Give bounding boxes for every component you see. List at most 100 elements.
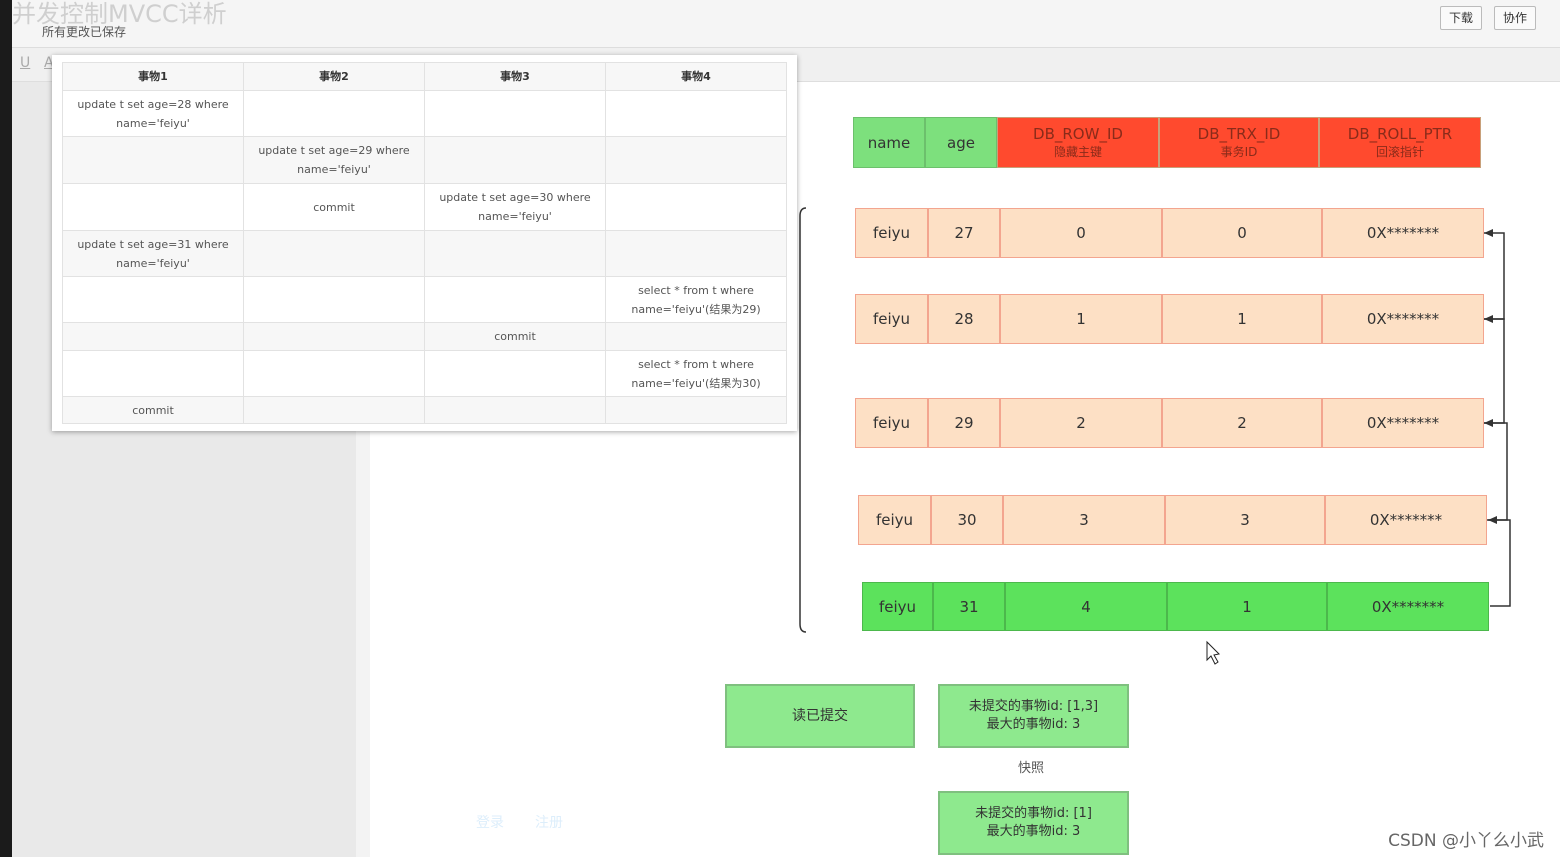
cell-text: 0X******* [1366, 310, 1440, 328]
table-row: update t set age=31 where name='feiyu' [62, 230, 787, 277]
table-cell [605, 183, 787, 231]
cell-text: 2 [1076, 414, 1086, 432]
cell-text: 4 [1081, 597, 1091, 616]
header-row-id-text: DB_ROW_ID [1033, 125, 1123, 143]
cell-text: 1 [1076, 310, 1086, 328]
version-row-3-age: 29 [928, 398, 1000, 448]
table-cell [424, 136, 606, 184]
cell-text: 0X******* [1369, 511, 1443, 529]
table-cell [243, 350, 425, 397]
underline-icon[interactable]: U [20, 55, 30, 71]
version-row-4-age: 30 [931, 495, 1003, 545]
table-cell [605, 230, 787, 277]
table-cell [243, 276, 425, 323]
table-cell [243, 396, 425, 424]
table-cell [605, 136, 787, 184]
header-row-id-sub: 隐藏主键 [1053, 145, 1102, 159]
table-cell [243, 230, 425, 277]
snapshot-1-box: 未提交的事物id: [1,3] 最大的事物id: 3 [938, 684, 1129, 748]
cell-text: 28 [954, 310, 974, 328]
version-row-1-roll-ptr: 0X******* [1322, 208, 1484, 258]
table-cell [605, 396, 787, 424]
top-bar: 并发控制MVCC详析 所有更改已保存 下载 协作 [12, 0, 1560, 48]
table-cell [62, 276, 244, 323]
current-row-name: feiyu [862, 582, 933, 631]
cell-text: 0X******* [1366, 414, 1440, 432]
version-row-3-row-id: 2 [1000, 398, 1162, 448]
transaction-table: 事物1 事物2 事物3 事物4 update t set age=28 wher… [62, 62, 787, 424]
isolation-level-text: 读已提交 [792, 708, 848, 724]
header-age-text: age [947, 133, 975, 152]
table-cell [243, 90, 425, 137]
cell-text: 0X******* [1371, 597, 1445, 616]
register-link[interactable]: 注册 [535, 812, 563, 832]
cell-text: feiyu [875, 511, 914, 529]
login-link[interactable]: 登录 [476, 812, 504, 832]
save-status: 所有更改已保存 [42, 25, 127, 39]
header-trx-id: DB_TRX_ID 事务ID [1159, 117, 1319, 168]
isolation-level-box: 读已提交 [725, 684, 915, 748]
download-button[interactable]: 下载 [1440, 6, 1483, 30]
table-cell: update t set age=28 where name='feiyu' [62, 90, 244, 137]
header-roll-ptr: DB_ROLL_PTR 回滚指针 [1319, 117, 1481, 168]
version-row-4-trx-id: 3 [1165, 495, 1325, 545]
header-age: age [925, 117, 997, 168]
version-row-2-name: feiyu [855, 294, 928, 344]
table-cell: commit [62, 396, 244, 424]
collaborate-button[interactable]: 协作 [1494, 6, 1537, 30]
version-row-1-name: feiyu [855, 208, 928, 258]
screen-left-edge [0, 0, 12, 857]
cell-text: 30 [957, 511, 977, 529]
snapshot-1-line1: 未提交的事物id: [1,3] [968, 699, 1099, 714]
table-cell [605, 322, 787, 351]
cell-text: 2 [1237, 414, 1247, 432]
version-row-2-trx-id: 1 [1162, 294, 1322, 344]
table-cell [62, 322, 244, 351]
table-cell: select * from t where name='feiyu'(结果为30… [605, 350, 787, 397]
table-cell: update t set age=30 where name='feiyu' [424, 183, 606, 231]
current-row-row-id: 4 [1005, 582, 1167, 631]
current-row-age: 31 [933, 582, 1005, 631]
header-name-text: name [867, 133, 911, 152]
header-trx-id-sub: 事务ID [1220, 145, 1258, 159]
cell-text: 0 [1076, 224, 1086, 242]
cell-text: 0X******* [1366, 224, 1440, 242]
version-row-4-row-id: 3 [1003, 495, 1165, 545]
table-cell [62, 183, 244, 231]
column-header: 事物4 [605, 62, 787, 91]
column-header: 事物3 [424, 62, 606, 91]
header-roll-ptr-text: DB_ROLL_PTR [1347, 125, 1453, 143]
table-cell [424, 350, 606, 397]
table-cell [424, 396, 606, 424]
column-header: 事物1 [62, 62, 244, 91]
cell-text: 0 [1237, 224, 1247, 242]
header-roll-ptr-sub: 回滚指针 [1375, 145, 1424, 159]
cell-text: 31 [959, 597, 979, 616]
table-cell: select * from t where name='feiyu'(结果为29… [605, 276, 787, 323]
version-row-2-row-id: 1 [1000, 294, 1162, 344]
table-cell: update t set age=29 where name='feiyu' [243, 136, 425, 184]
cell-text: feiyu [878, 597, 917, 616]
version-row-1-row-id: 0 [1000, 208, 1162, 258]
version-row-4-name: feiyu [858, 495, 931, 545]
version-row-3-trx-id: 2 [1162, 398, 1322, 448]
cell-text: 1 [1242, 597, 1252, 616]
snapshot-label: 快照 [1018, 761, 1045, 776]
table-row: commit [62, 322, 787, 351]
table-row: update t set age=29 where name='feiyu' [62, 136, 787, 184]
cell-text: feiyu [872, 414, 911, 432]
header-row-id: DB_ROW_ID 隐藏主键 [997, 117, 1159, 168]
snapshot-2-line1: 未提交的事物id: [1] [975, 806, 1092, 821]
table-row: commit update t set age=30 where name='f… [62, 183, 787, 231]
column-header: 事物2 [243, 62, 425, 91]
snapshot-2-line2: 最大的事物id: 3 [986, 824, 1081, 839]
version-row-3-name: feiyu [855, 398, 928, 448]
current-row-trx-id: 1 [1167, 582, 1327, 631]
table-row: commit [62, 396, 787, 424]
cell-text: feiyu [872, 310, 911, 328]
cell-text: 3 [1079, 511, 1089, 529]
cell-text: 27 [954, 224, 974, 242]
header-trx-id-text: DB_TRX_ID [1197, 125, 1281, 143]
table-row: select * from t where name='feiyu'(结果为29… [62, 276, 787, 323]
table-cell [243, 322, 425, 351]
